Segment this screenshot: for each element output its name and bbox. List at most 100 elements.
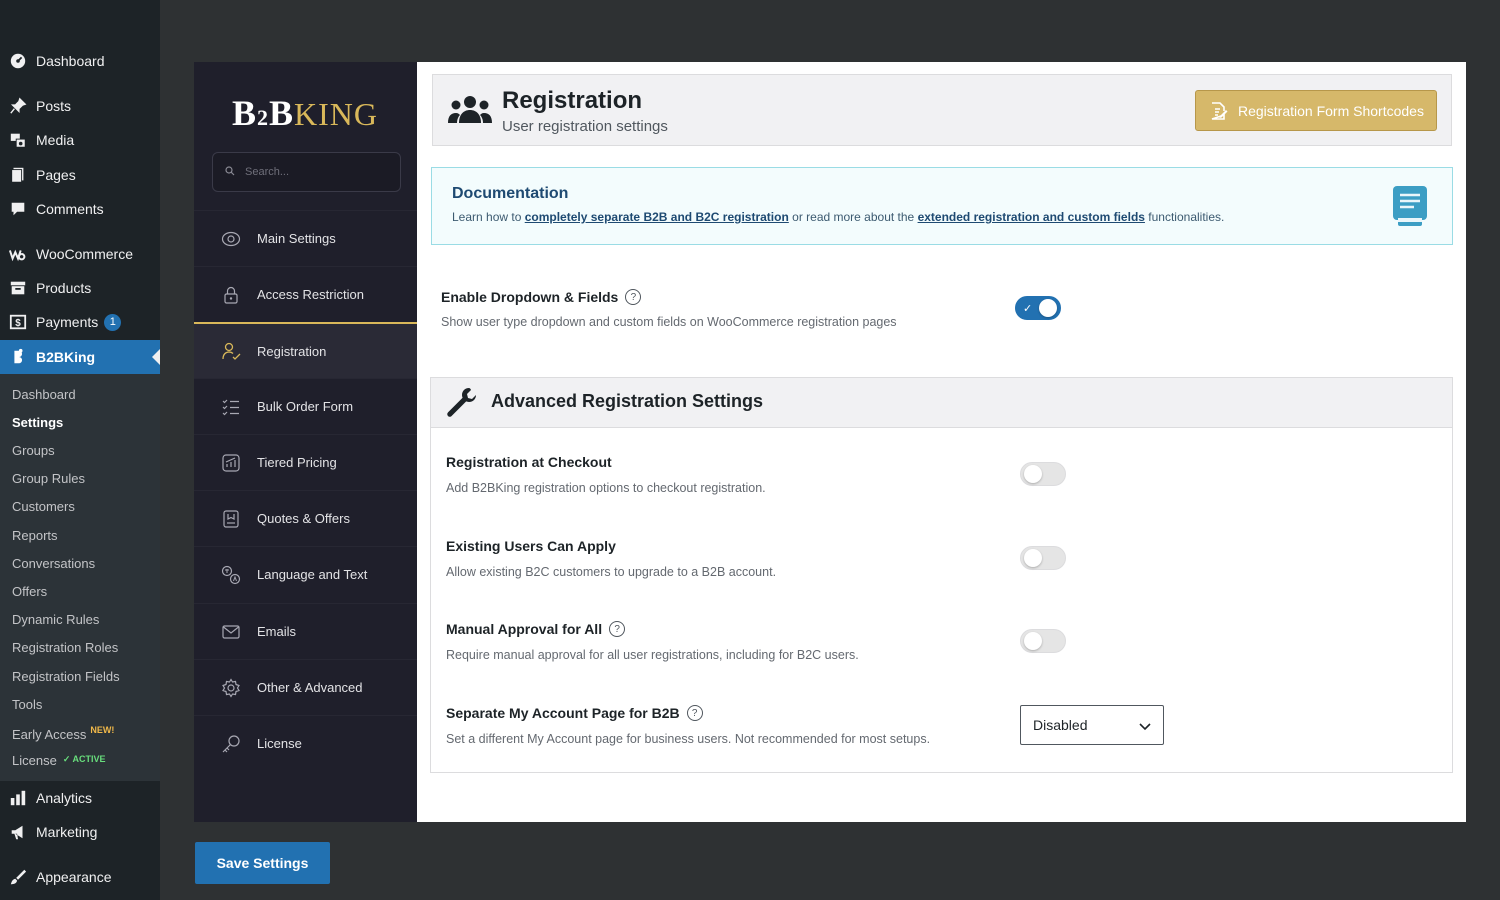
- separate-account-page-description: Set a different My Account page for busi…: [446, 732, 931, 746]
- separate-account-page-select[interactable]: Disabled: [1020, 705, 1164, 745]
- help-icon[interactable]: ?: [609, 621, 626, 637]
- submenu-early-access[interactable]: Early Access NEW!: [12, 725, 114, 742]
- nav-emails[interactable]: Emails: [194, 603, 417, 659]
- registration-at-checkout-description: Add B2BKing registration options to chec…: [446, 481, 766, 495]
- wp-menu-products[interactable]: Products: [0, 271, 160, 305]
- registration-form-shortcodes-button[interactable]: Registration Form Shortcodes: [1195, 90, 1437, 131]
- submenu-offers[interactable]: Offers: [12, 584, 47, 599]
- wp-menu-label: Analytics: [36, 790, 93, 806]
- submenu-registration-fields[interactable]: Registration Fields: [12, 669, 120, 684]
- search-icon: [225, 163, 235, 181]
- doc-text-part: Learn how to: [452, 210, 525, 224]
- key-icon: [194, 734, 257, 754]
- woocommerce-icon: [0, 245, 36, 263]
- edit-document-icon: [1211, 101, 1228, 120]
- users-icon: [448, 96, 492, 123]
- translate-icon: [194, 565, 257, 585]
- submenu-label: Early Access: [12, 727, 87, 742]
- b2bking-submenu: Dashboard Settings Groups Group Rules Cu…: [0, 374, 160, 781]
- submenu-settings[interactable]: Settings: [12, 415, 63, 430]
- registration-at-checkout-toggle[interactable]: [1020, 462, 1066, 486]
- payments-count-badge: 1: [104, 313, 122, 331]
- nav-bulk-order-form[interactable]: Bulk Order Form: [194, 378, 417, 434]
- wp-menu-label: Dashboard: [36, 53, 105, 69]
- separate-account-page-title: Separate My Account Page for B2B ?: [446, 705, 703, 721]
- wp-menu-analytics[interactable]: Analytics: [0, 781, 160, 815]
- wp-menu-media[interactable]: Media: [0, 123, 160, 157]
- submenu-reports[interactable]: Reports: [12, 528, 58, 543]
- wp-menu-label: Products: [36, 280, 92, 296]
- nav-license[interactable]: License: [194, 715, 417, 771]
- help-icon[interactable]: ?: [686, 705, 703, 721]
- megaphone-icon: [0, 823, 36, 841]
- submenu-conversations[interactable]: Conversations: [12, 556, 95, 571]
- lock-icon: [194, 285, 257, 305]
- wp-menu-label: Media: [36, 132, 75, 148]
- logo-part: B: [269, 93, 295, 133]
- wp-menu-label: Payments: [36, 314, 99, 330]
- chart-icon: [194, 453, 257, 473]
- nav-label: Access Restriction: [257, 287, 364, 302]
- wp-menu-payments[interactable]: $ Payments 1: [0, 305, 160, 339]
- wp-menu-dashboard[interactable]: Dashboard: [0, 44, 160, 78]
- gear-icon: [194, 677, 257, 698]
- help-icon[interactable]: ?: [625, 289, 642, 305]
- extended-registration-link[interactable]: extended registration and custom fields: [918, 210, 1145, 224]
- existing-users-can-apply-toggle[interactable]: [1020, 546, 1066, 570]
- wp-menu-marketing[interactable]: Marketing: [0, 815, 160, 849]
- svg-text:$: $: [15, 318, 21, 329]
- wp-menu-posts[interactable]: Posts: [0, 89, 160, 123]
- logo-part: B: [232, 93, 258, 133]
- search-input[interactable]: [245, 166, 395, 178]
- advanced-section-title: Advanced Registration Settings: [491, 391, 764, 411]
- setting-title-text: Enable Dropdown & Fields: [441, 289, 619, 305]
- sidebar-search[interactable]: [212, 152, 401, 192]
- nav-label: License: [257, 736, 302, 751]
- wp-menu-pages[interactable]: Pages: [0, 158, 160, 192]
- brush-icon: [0, 868, 36, 886]
- nav-label: Main Settings: [257, 231, 336, 246]
- media-icon: [0, 131, 36, 149]
- wp-menu-label: Appearance: [36, 869, 112, 885]
- nav-quotes-offers[interactable]: Quotes & Offers: [194, 490, 417, 546]
- wp-menu-appearance[interactable]: Appearance: [0, 860, 160, 894]
- submenu-registration-roles[interactable]: Registration Roles: [12, 640, 118, 655]
- submenu-dynamic-rules[interactable]: Dynamic Rules: [12, 612, 99, 627]
- enable-dropdown-title: Enable Dropdown & Fields ?: [441, 289, 642, 305]
- wp-menu-comments[interactable]: Comments: [0, 192, 160, 226]
- page-header: Registration User registration settings …: [432, 74, 1452, 146]
- advanced-section-header: Advanced Registration Settings: [431, 378, 1452, 428]
- submenu-label: License: [12, 753, 57, 768]
- enable-dropdown-toggle[interactable]: ✓: [1015, 296, 1061, 320]
- settings-panel: B2BKING Main Settings Access Restriction…: [194, 62, 1466, 822]
- submenu-groups[interactable]: Groups: [12, 443, 55, 458]
- nav-label: Language and Text: [257, 567, 368, 582]
- submenu-group-rules[interactable]: Group Rules: [12, 471, 85, 486]
- toggle-knob: [1024, 632, 1042, 650]
- manual-approval-toggle[interactable]: [1020, 629, 1066, 653]
- nav-language-text[interactable]: Language and Text: [194, 546, 417, 602]
- submenu-license[interactable]: License ✓ ACTIVE: [12, 753, 106, 768]
- separate-registration-link[interactable]: completely separate B2B and B2C registra…: [525, 210, 789, 224]
- submenu-dashboard[interactable]: Dashboard: [12, 387, 76, 402]
- user-check-icon: [194, 341, 257, 361]
- documentation-text: Learn how to completely separate B2B and…: [452, 210, 1224, 224]
- nav-label: Quotes & Offers: [257, 511, 350, 526]
- submenu-customers[interactable]: Customers: [12, 499, 75, 514]
- toggle-knob: [1024, 549, 1042, 567]
- nav-access-restriction[interactable]: Access Restriction: [194, 266, 417, 322]
- enable-dropdown-description: Show user type dropdown and custom field…: [441, 315, 897, 329]
- wp-menu-woocommerce[interactable]: WooCommerce: [0, 237, 160, 271]
- manual-approval-title: Manual Approval for All ?: [446, 621, 626, 637]
- b2bking-icon: [0, 348, 36, 366]
- nav-other-advanced[interactable]: Other & Advanced: [194, 659, 417, 715]
- nav-registration[interactable]: Registration: [194, 322, 417, 378]
- nav-label: Emails: [257, 624, 297, 639]
- page-subtitle: User registration settings: [502, 118, 668, 135]
- nav-tiered-pricing[interactable]: Tiered Pricing: [194, 434, 417, 490]
- submenu-tools[interactable]: Tools: [12, 697, 42, 712]
- nav-main-settings[interactable]: Main Settings: [194, 210, 417, 266]
- wp-menu-b2bking[interactable]: B2BKing: [0, 340, 160, 374]
- registration-at-checkout-title: Registration at Checkout: [446, 454, 612, 470]
- save-settings-button[interactable]: Save Settings: [195, 842, 330, 884]
